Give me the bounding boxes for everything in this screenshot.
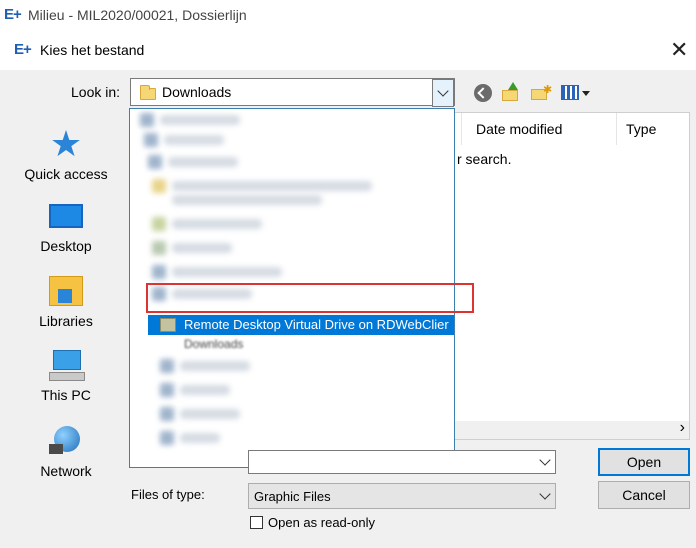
star-icon: ★ [49, 123, 83, 164]
look-in-value: Downloads [162, 84, 232, 100]
chevron-down-icon [437, 85, 449, 97]
desktop-icon [49, 204, 83, 228]
close-button[interactable]: ✕ [670, 37, 688, 63]
view-menu-icon[interactable] [561, 85, 591, 101]
files-of-type-combobox[interactable]: Graphic Files [248, 483, 556, 509]
place-this-pc[interactable]: This PC [7, 350, 125, 403]
network-icon [49, 426, 83, 456]
readonly-checkbox[interactable] [250, 516, 263, 529]
readonly-label: Open as read-only [268, 515, 375, 530]
dropdown-item-downloads[interactable]: Downloads [184, 337, 243, 351]
annotation-highlight-box [146, 283, 474, 313]
look-in-label: Look in: [71, 84, 121, 100]
place-label: Network [40, 463, 92, 479]
files-of-type-label: Files of type: [131, 487, 205, 502]
place-quick-access[interactable]: ★ Quick access [7, 123, 125, 183]
chevron-down-icon [539, 454, 551, 466]
scroll-right-icon[interactable]: › [680, 419, 685, 437]
empty-message: r search. [457, 151, 512, 167]
look-in-combobox[interactable]: Downloads [130, 78, 455, 107]
dropdown-item-label: Remote Desktop Virtual Drive on RDWebCli… [184, 317, 449, 332]
back-icon[interactable] [474, 84, 492, 102]
place-label: Desktop [40, 238, 92, 254]
open-button[interactable]: Open [598, 448, 690, 476]
dialog-titlebar: E+ Kies het bestand ✕ [0, 30, 696, 70]
drive-icon [160, 318, 176, 332]
file-name-combobox[interactable] [248, 450, 556, 474]
dropdown-item-remote-drive[interactable]: Remote Desktop Virtual Drive on RDWebCli… [148, 315, 454, 335]
outer-window-titlebar: E+ Milieu - MIL2020/00021, Dossierlijn [0, 0, 696, 30]
dialog-logo: E+ [14, 41, 32, 58]
place-label: Libraries [39, 313, 93, 329]
file-open-dialog: E+ Kies het bestand ✕ Look in: Downloads… [0, 30, 696, 548]
up-folder-icon[interactable] [502, 82, 520, 102]
files-of-type-value: Graphic Files [254, 489, 331, 504]
look-in-dropdown-button[interactable] [432, 79, 454, 107]
place-label: Quick access [24, 166, 108, 182]
dialog-title: Kies het bestand [40, 42, 145, 58]
app-logo: E+ [4, 6, 22, 23]
place-network[interactable]: Network [7, 426, 125, 479]
cancel-button[interactable]: Cancel [598, 481, 690, 509]
place-libraries[interactable]: Libraries [7, 276, 125, 329]
place-desktop[interactable]: Desktop [7, 204, 125, 254]
files-of-type-dropdown-button[interactable] [535, 484, 555, 508]
outer-window-title: Milieu - MIL2020/00021, Dossierlijn [28, 7, 247, 23]
new-folder-icon[interactable]: ✱ [531, 84, 552, 101]
file-name-dropdown-button[interactable] [535, 451, 555, 473]
pc-icon [49, 350, 85, 381]
column-header-date-modified[interactable]: Date modified [476, 113, 562, 145]
folder-icon [140, 85, 156, 100]
column-header-type[interactable]: Type [626, 113, 656, 145]
place-label: This PC [41, 387, 91, 403]
libraries-icon [49, 276, 83, 306]
chevron-down-icon [539, 488, 551, 500]
